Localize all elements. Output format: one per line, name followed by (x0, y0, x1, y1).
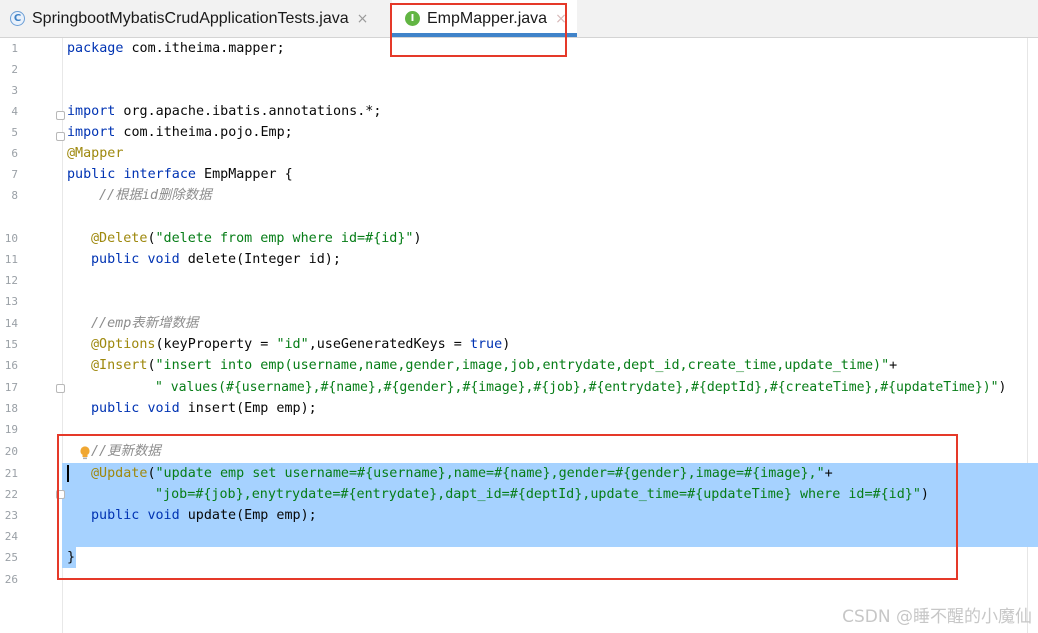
code-line: import org.apache.ibatis.annotations.*; (67, 104, 382, 119)
fold-marker-icon[interactable] (56, 111, 65, 120)
highlight-box-tab (390, 3, 567, 57)
line-number: 16 (4, 359, 18, 372)
line-number: 26 (4, 573, 18, 586)
code-line: public void insert(Emp emp); (91, 401, 317, 416)
line-number: 18 (4, 402, 18, 415)
tab-label: SpringbootMybatisCrudApplicationTests.ja… (32, 9, 349, 27)
code-line: " values(#{username},#{name},#{gender},#… (155, 380, 1007, 395)
line-number: 17 (4, 381, 18, 394)
line-number: 20 (4, 445, 18, 458)
code-line: public interface EmpMapper { (67, 167, 293, 182)
fold-marker-icon[interactable] (56, 384, 65, 393)
line-number: 14 (4, 317, 18, 330)
watermark: CSDN @睡不醒的小魔仙 (842, 607, 1032, 627)
code-line: public void delete(Integer id); (91, 252, 341, 267)
line-number: 10 (4, 232, 18, 245)
code-line: @Options(keyProperty = "id",useGenerated… (91, 337, 511, 352)
tab-springboot-tests[interactable]: C SpringbootMybatisCrudApplicationTests.… (10, 0, 368, 37)
line-number: 23 (4, 509, 18, 522)
fold-marker-icon[interactable] (56, 132, 65, 141)
line-number: 11 (4, 253, 18, 266)
code-line: @Delete("delete from emp where id=#{id}"… (91, 231, 422, 246)
line-number: 25 (4, 551, 18, 564)
code-line: @Insert("insert into emp(username,name,g… (91, 358, 898, 373)
line-number: 15 (4, 338, 18, 351)
highlight-box-update (57, 434, 958, 580)
line-number: 7 (11, 168, 18, 181)
code-comment: //根据id删除数据 (99, 188, 212, 203)
line-number: 1 (11, 42, 18, 55)
close-icon[interactable]: × (357, 11, 369, 27)
line-number: 19 (4, 423, 18, 436)
line-number: 13 (4, 295, 18, 308)
line-number: 6 (11, 147, 18, 160)
class-file-icon: C (10, 11, 25, 26)
line-number: 2 (11, 63, 18, 76)
line-number: 8 (11, 189, 18, 202)
line-number: 22 (4, 488, 18, 501)
code-line: package com.itheima.mapper; (67, 41, 285, 56)
line-number: 12 (4, 274, 18, 287)
line-number: 3 (11, 84, 18, 97)
code-line: import com.itheima.pojo.Emp; (67, 125, 293, 140)
line-number: 4 (11, 105, 18, 118)
code-line: @Mapper (67, 146, 124, 161)
line-number: 24 (4, 530, 18, 543)
line-number: 5 (11, 126, 18, 139)
code-comment: //emp表新增数据 (91, 316, 199, 331)
line-number: 21 (4, 467, 18, 480)
